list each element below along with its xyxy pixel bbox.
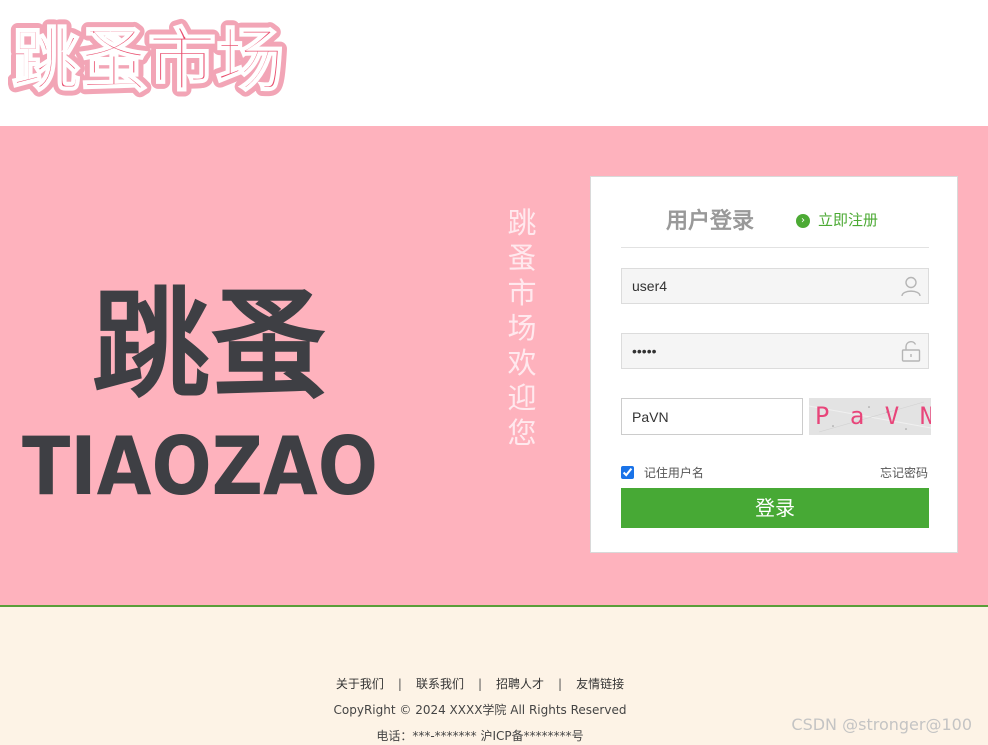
login-panel: 用户登录 › 立即注册 user4 ••••• PaVN P a V N 记住用…: [590, 176, 958, 553]
brand-en-text: TIAOZAO: [22, 420, 378, 513]
site-logo[interactable]: 跳蚤市场 跳蚤市场: [6, 6, 298, 110]
welcome-char: 场: [507, 311, 537, 345]
watermark-text: CSDN @stronger@100: [791, 715, 972, 734]
footer-separator: |: [477, 677, 483, 691]
footer-separator: |: [397, 677, 402, 691]
chevron-right-icon: ›: [796, 213, 810, 228]
captcha-image[interactable]: P a V N: [809, 398, 931, 435]
captcha-field[interactable]: [621, 398, 803, 435]
footer-link-friends[interactable]: 友情链接: [576, 677, 624, 691]
register-link[interactable]: › 立即注册: [796, 209, 878, 230]
login-title: 用户登录: [666, 209, 755, 234]
footer-link-jobs[interactable]: 招聘人才: [496, 677, 544, 691]
welcome-char: 您: [507, 416, 537, 450]
lock-icon: [900, 340, 922, 362]
username-field[interactable]: [621, 268, 929, 304]
brand-cn-text: 跳蚤: [92, 276, 328, 414]
logo-text: 跳蚤市场: [12, 22, 284, 101]
welcome-char: 市: [507, 276, 537, 310]
register-label: 立即注册: [818, 211, 879, 229]
captcha-text: P a V N: [815, 402, 931, 430]
password-input[interactable]: [622, 334, 912, 368]
remember-checkbox[interactable]: [621, 466, 634, 479]
password-field[interactable]: [621, 333, 929, 369]
user-icon: [900, 275, 922, 297]
welcome-char: 跳: [507, 206, 537, 240]
footer-links: 关于我们 | 联系我们 | 招聘人才 | 友情链接: [0, 675, 960, 692]
footer-link-about[interactable]: 关于我们: [336, 677, 384, 691]
brand-artwork: 跳蚤 TIAOZAO: [20, 276, 400, 516]
site-footer: 关于我们 | 联系我们 | 招聘人才 | 友情链接 CopyRight © 2024 XXX…: [0, 607, 988, 745]
login-header: 用户登录 › 立即注册: [621, 177, 929, 248]
welcome-vertical-text: 跳 蚤 市 场 欢 迎 您: [502, 206, 542, 451]
username-input[interactable]: [622, 269, 912, 303]
forgot-password-link[interactable]: 忘记密码: [880, 464, 928, 481]
captcha-input[interactable]: [622, 399, 802, 434]
login-button[interactable]: 登录: [621, 488, 929, 528]
welcome-char: 蚤: [507, 241, 537, 275]
footer-separator: |: [558, 677, 563, 691]
site-header: 跳蚤市场 跳蚤市场: [0, 0, 988, 126]
remember-label[interactable]: 记住用户名: [644, 466, 704, 480]
welcome-char: 迎: [507, 381, 537, 415]
remember-username[interactable]: 记住用户名: [621, 464, 704, 481]
welcome-char: 欢: [507, 346, 537, 380]
hero-banner: 跳蚤 TIAOZAO 跳 蚤 市 场 欢 迎 您 用户登录 › 立即注册 use…: [0, 126, 988, 606]
footer-link-contact[interactable]: 联系我们: [416, 677, 464, 691]
